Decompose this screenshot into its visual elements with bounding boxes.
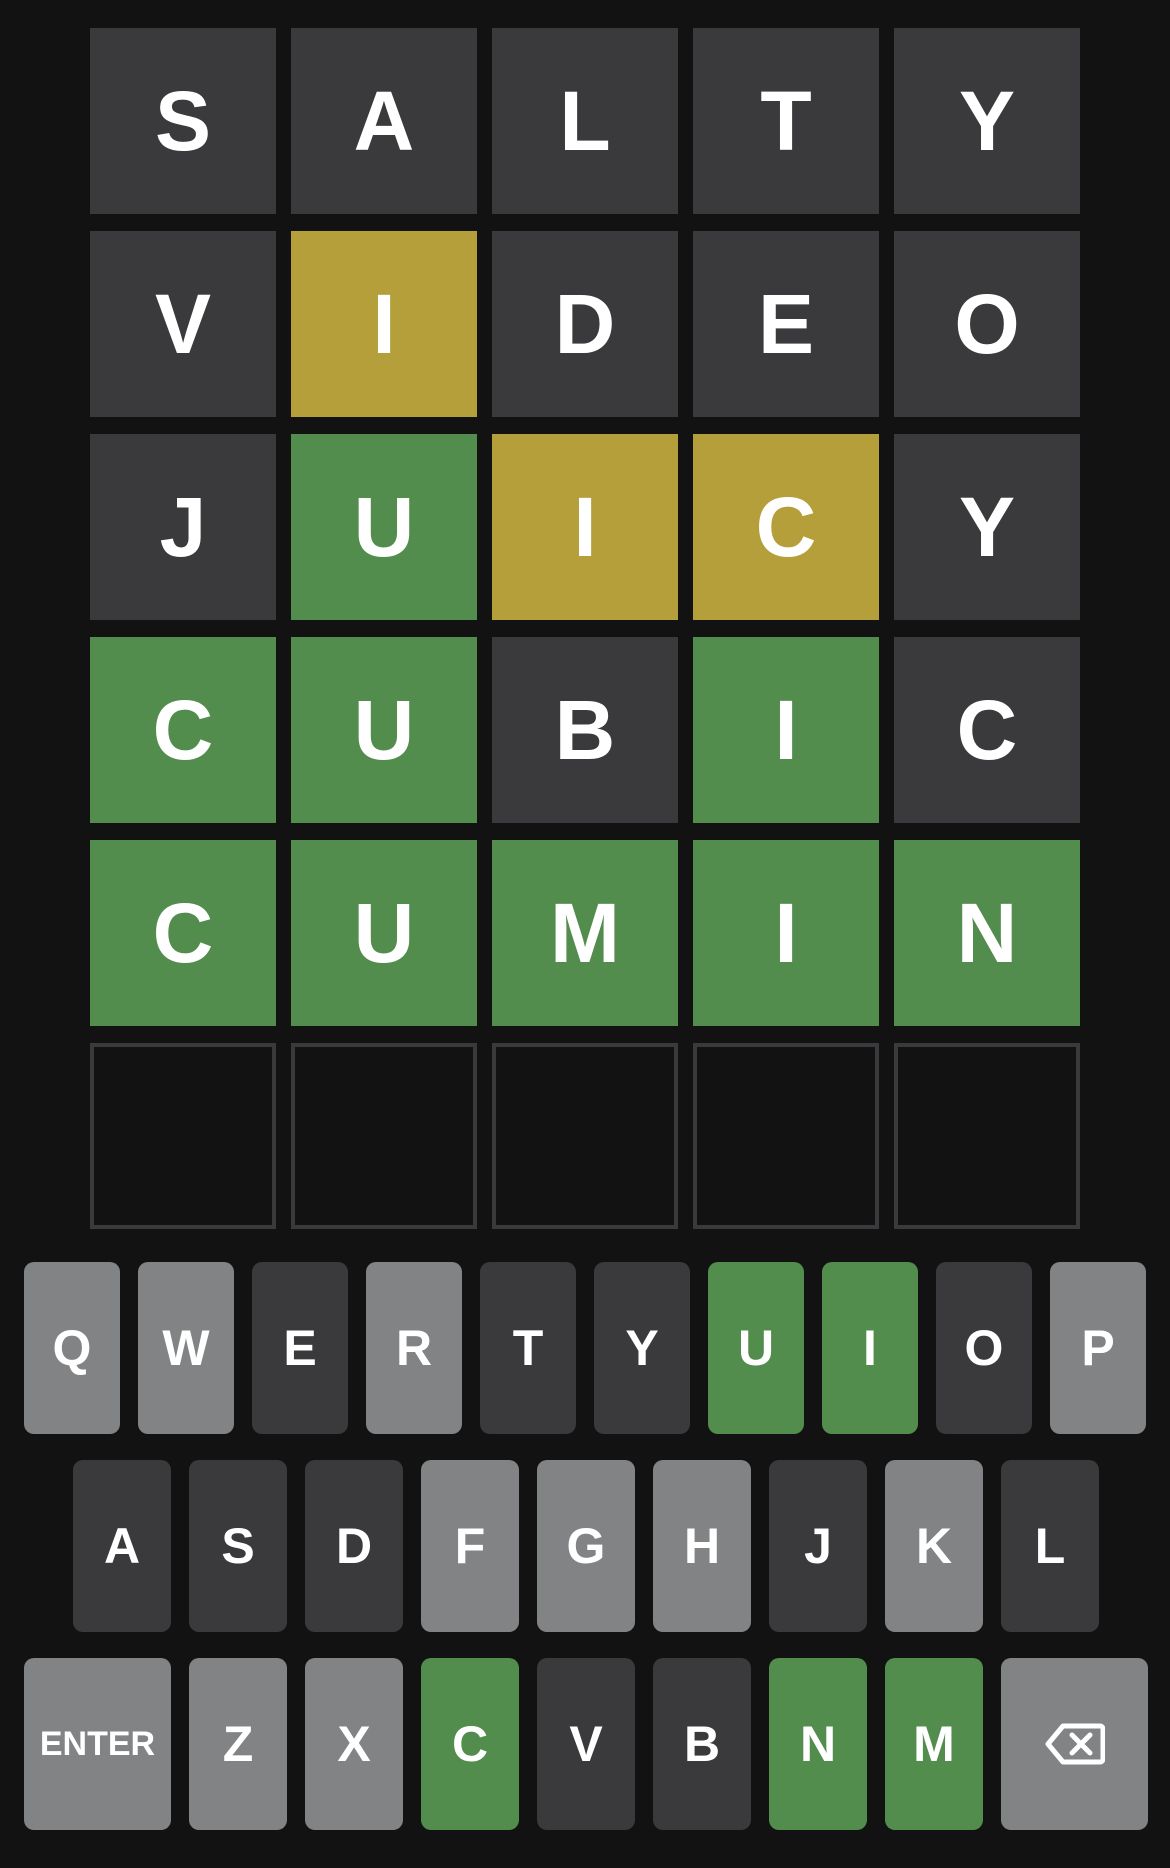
letter-tile: E [693, 231, 879, 417]
empty-tile [693, 1043, 879, 1229]
backspace-key[interactable] [1001, 1658, 1148, 1830]
key-a[interactable]: A [73, 1460, 171, 1632]
letter-tile: A [291, 28, 477, 214]
key-r[interactable]: R [366, 1262, 462, 1434]
keyboard-row-1: QWERTYUIOP [0, 1262, 1170, 1434]
letter-tile: I [291, 231, 477, 417]
key-d[interactable]: D [305, 1460, 403, 1632]
key-x[interactable]: X [305, 1658, 403, 1830]
letter-tile: I [693, 637, 879, 823]
key-z[interactable]: Z [189, 1658, 287, 1830]
key-e[interactable]: E [252, 1262, 348, 1434]
key-k[interactable]: K [885, 1460, 983, 1632]
game-board: SALTYVIDEOJUICYCUBICCUMIN [90, 28, 1080, 1229]
key-n[interactable]: N [769, 1658, 867, 1830]
letter-tile: L [492, 28, 678, 214]
backspace-icon [1045, 1723, 1105, 1765]
empty-tile [492, 1043, 678, 1229]
key-s[interactable]: S [189, 1460, 287, 1632]
letter-tile: C [90, 637, 276, 823]
letter-tile: C [894, 637, 1080, 823]
letter-tile: C [693, 434, 879, 620]
letter-tile: U [291, 637, 477, 823]
key-h[interactable]: H [653, 1460, 751, 1632]
letter-tile: M [492, 840, 678, 1026]
empty-tile [291, 1043, 477, 1229]
letter-tile: Y [894, 434, 1080, 620]
letter-tile: Y [894, 28, 1080, 214]
key-m[interactable]: M [885, 1658, 983, 1830]
letter-tile: I [492, 434, 678, 620]
key-g[interactable]: G [537, 1460, 635, 1632]
key-v[interactable]: V [537, 1658, 635, 1830]
key-j[interactable]: J [769, 1460, 867, 1632]
key-p[interactable]: P [1050, 1262, 1146, 1434]
keyboard-row-2: ASDFGHJKL [0, 1460, 1170, 1632]
key-o[interactable]: O [936, 1262, 1032, 1434]
key-b[interactable]: B [653, 1658, 751, 1830]
empty-tile [894, 1043, 1080, 1229]
on-screen-keyboard: QWERTYUIOP ASDFGHJKL ENTER Z X C V B N M [0, 1262, 1170, 1856]
letter-tile: O [894, 231, 1080, 417]
letter-tile: S [90, 28, 276, 214]
key-i[interactable]: I [822, 1262, 918, 1434]
letter-tile: C [90, 840, 276, 1026]
key-c[interactable]: C [421, 1658, 519, 1830]
letter-tile: D [492, 231, 678, 417]
letter-tile: B [492, 637, 678, 823]
empty-tile [90, 1043, 276, 1229]
key-f[interactable]: F [421, 1460, 519, 1632]
keyboard-row-3: ENTER Z X C V B N M [0, 1658, 1170, 1830]
key-w[interactable]: W [138, 1262, 234, 1434]
letter-tile: N [894, 840, 1080, 1026]
letter-tile: I [693, 840, 879, 1026]
letter-tile: T [693, 28, 879, 214]
key-q[interactable]: Q [24, 1262, 120, 1434]
key-t[interactable]: T [480, 1262, 576, 1434]
key-l[interactable]: L [1001, 1460, 1099, 1632]
letter-tile: U [291, 434, 477, 620]
letter-tile: U [291, 840, 477, 1026]
letter-tile: V [90, 231, 276, 417]
letter-tile: J [90, 434, 276, 620]
key-u[interactable]: U [708, 1262, 804, 1434]
enter-key[interactable]: ENTER [24, 1658, 171, 1830]
key-y[interactable]: Y [594, 1262, 690, 1434]
